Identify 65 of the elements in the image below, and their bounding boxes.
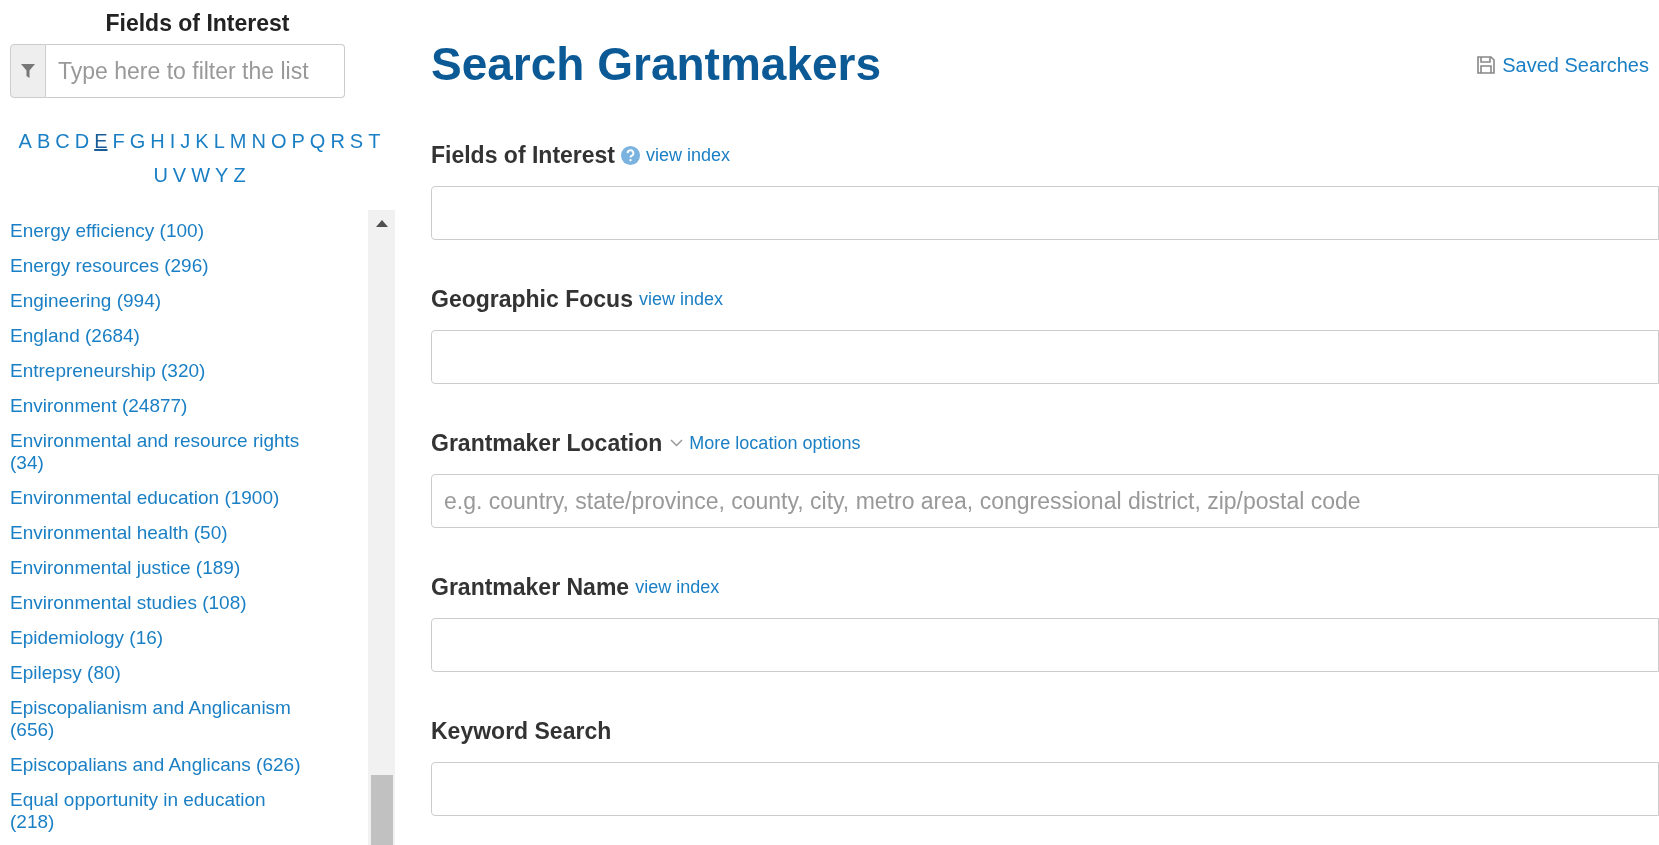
saved-searches-link[interactable]: Saved Searches	[1476, 50, 1649, 80]
search-field[interactable]	[431, 186, 1659, 240]
field-link[interactable]: Episcopalians and Anglicans (626)	[10, 754, 310, 776]
field-link[interactable]: Environmental studies (108)	[10, 592, 310, 614]
letter-link[interactable]: W	[191, 162, 211, 188]
letter-link[interactable]: J	[180, 128, 191, 154]
view-index-link[interactable]: view index	[638, 285, 723, 313]
letter-link[interactable]: U	[153, 162, 168, 188]
field-link[interactable]: Environmental education (1900)	[10, 487, 310, 509]
field-link[interactable]: England (2684)	[10, 325, 310, 347]
letter-link[interactable]: I	[169, 128, 176, 154]
letter-link[interactable]: N	[251, 128, 266, 154]
field-link[interactable]: Epidemiology (16)	[10, 627, 310, 649]
letter-link[interactable]: K	[195, 128, 209, 154]
letter-link[interactable]: E	[94, 128, 108, 154]
field-label: Grantmaker Name	[431, 572, 630, 602]
field-link[interactable]: Equal opportunity in education (218)	[10, 789, 310, 833]
letter-link[interactable]: Q	[309, 128, 326, 154]
filter-field[interactable]: Type here to filter the list	[46, 44, 345, 98]
field-link[interactable]: Environmental health (50)	[10, 522, 310, 544]
letter-link[interactable]: P	[291, 128, 305, 154]
scrollbar-thumb[interactable]	[370, 775, 393, 845]
filter-icon	[21, 64, 35, 78]
letter-link[interactable]: B	[36, 128, 51, 154]
field-label: Keyword Search	[431, 716, 612, 746]
field-label: Grantmaker Location	[431, 428, 663, 458]
field-link[interactable]: Environmental justice (189)	[10, 557, 310, 579]
letter-link[interactable]: T	[368, 128, 381, 154]
field-link[interactable]: Episcopalianism and Anglicanism (656)	[10, 697, 310, 741]
letter-link[interactable]: M	[229, 128, 247, 154]
view-index-link[interactable]: view index	[635, 573, 720, 601]
location-options-dropdown[interactable]: More location options	[670, 429, 861, 457]
field-link[interactable]: Engineering (994)	[10, 290, 310, 312]
chevron-down-icon	[670, 439, 684, 447]
letter-link[interactable]: C	[55, 128, 70, 154]
letter-link[interactable]: R	[330, 128, 345, 154]
field-label: Geographic Focus	[431, 284, 633, 314]
help-icon[interactable]	[621, 145, 641, 165]
letter-link[interactable]: O	[270, 128, 287, 154]
field-link[interactable]: Environment (24877)	[10, 395, 310, 417]
field-label: Fields of Interest	[431, 140, 616, 170]
search-field[interactable]: e.g. country, state/province, county, city, metro area, congressional district, zip/postal code	[431, 474, 1659, 528]
letter-link[interactable]: Y	[215, 162, 229, 188]
letter-link[interactable]: D	[74, 128, 90, 154]
page-title: Search Grantmakers	[431, 37, 882, 92]
field-link[interactable]: Energy resources (296)	[10, 255, 310, 277]
view-index-link[interactable]: view index	[646, 141, 731, 169]
letter-link[interactable]: F	[112, 128, 125, 154]
letter-link[interactable]: G	[129, 128, 146, 154]
search-field[interactable]	[431, 618, 1659, 672]
field-link[interactable]: Energy efficiency (100)	[10, 220, 310, 242]
field-link[interactable]: Epilepsy (80)	[10, 662, 310, 684]
search-field[interactable]	[431, 330, 1659, 384]
letter-link[interactable]: L	[213, 128, 225, 154]
letter-link[interactable]: Z	[233, 162, 246, 188]
field-link[interactable]: Entrepreneurship (320)	[10, 360, 310, 382]
letter-link[interactable]: A	[18, 128, 32, 154]
sidebar-title: Fields of Interest	[104, 9, 291, 38]
scrollbar[interactable]	[368, 210, 395, 845]
letter-link[interactable]: S	[349, 128, 364, 154]
letter-link[interactable]: V	[172, 162, 187, 188]
letter-link[interactable]: H	[150, 128, 165, 154]
field-link[interactable]: Environmental and resource rights (34)	[10, 430, 310, 474]
search-field[interactable]	[431, 762, 1659, 816]
scroll-up-icon[interactable]	[375, 220, 388, 227]
